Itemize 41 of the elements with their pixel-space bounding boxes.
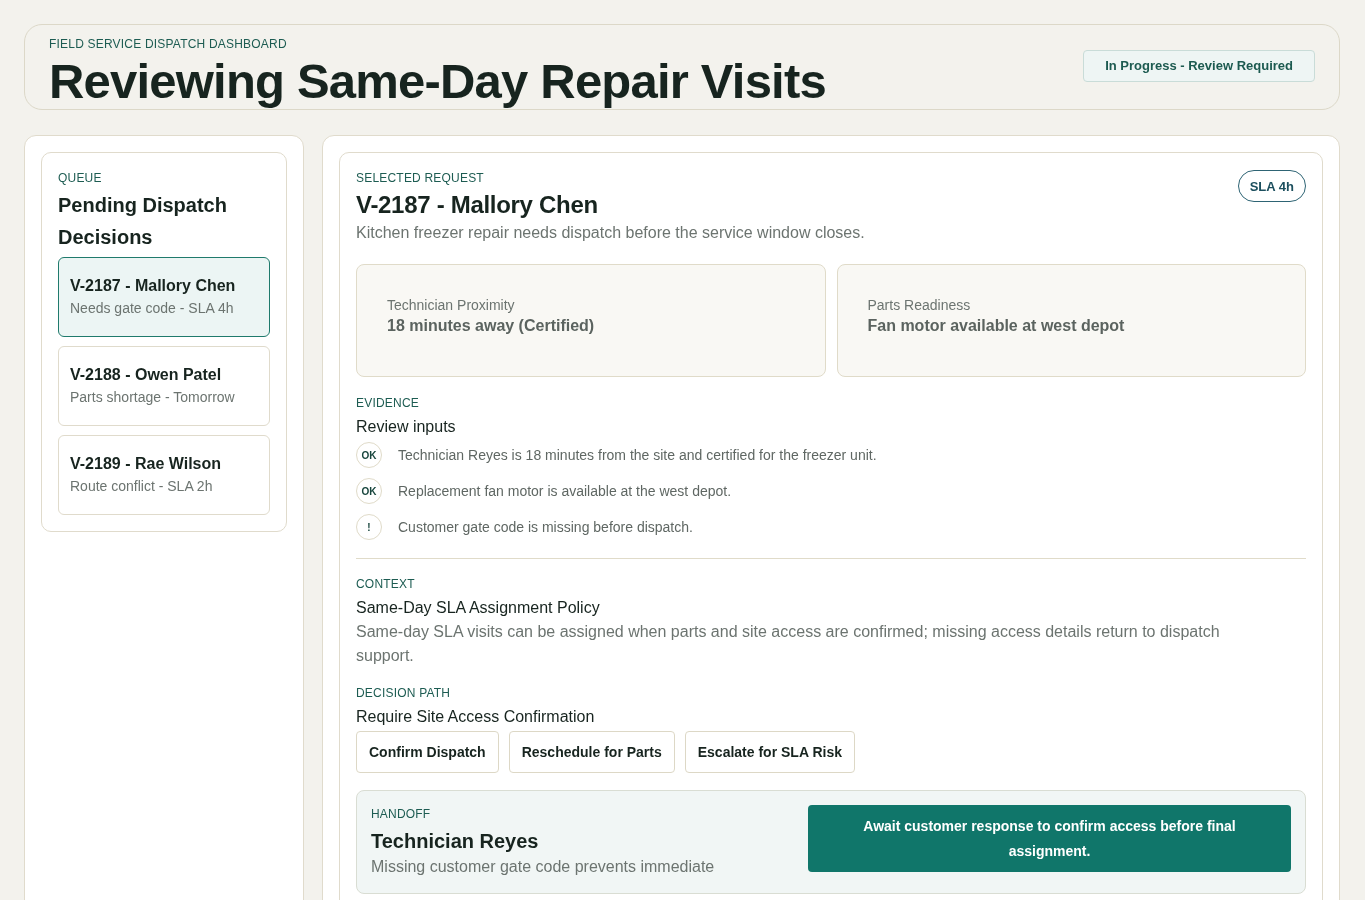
metric-label: Technician Proximity — [387, 296, 516, 315]
policy-text: Same-day SLA visits can be assigned when parts and site access are confirmed; missing access details return to dispatch support. — [356, 622, 1221, 666]
page-title: Reviewing Same-Day Repair Visits — [49, 53, 826, 109]
queue-title: Pending Dispatch Decisions — [58, 193, 228, 250]
section-label: EVIDENCE — [356, 395, 420, 412]
queue-item[interactable]: V-2189 - Rae Wilson Route conflict - SLA 2h — [58, 435, 270, 515]
metric-label: Parts Readiness — [867, 296, 972, 315]
section-label: SELECTED REQUEST — [356, 170, 485, 187]
queue-label: QUEUE — [58, 170, 103, 187]
section-title: Require Site Access Confirmation — [356, 707, 596, 727]
decision-button[interactable]: Reschedule for Parts — [508, 731, 675, 773]
action-button[interactable]: Await customer response to confirm access before final assignment. — [808, 805, 1291, 872]
request-title: V-2187 - Mallory Chen — [356, 190, 599, 220]
visit-title: V-2189 - Rae Wilson — [70, 454, 223, 474]
section-title: Review inputs — [356, 417, 457, 437]
section-title: Same-Day SLA Assignment Policy — [356, 598, 601, 618]
status-mark: OK — [356, 442, 382, 468]
status-mark: OK — [356, 478, 382, 504]
handoff-title: Technician Reyes — [371, 829, 540, 854]
metric-value: Fan motor available at west depot — [867, 316, 1126, 336]
dashboard-label: FIELD SERVICE DISPATCH DASHBOARD — [49, 36, 288, 53]
status-badge: In Progress - Review Required — [1083, 49, 1315, 82]
decision-button[interactable]: Escalate for SLA Risk — [684, 731, 855, 773]
metric-value: 18 minutes away (Certified) — [387, 316, 596, 336]
visit-status: Parts shortage - Tomorrow — [70, 388, 236, 407]
status-mark: ! — [356, 514, 382, 540]
queue-item[interactable]: V-2187 - Mallory Chen Needs gate code - SLA 4h — [58, 257, 270, 337]
section-label: CONTEXT — [356, 576, 416, 593]
visit-title: V-2188 - Owen Patel — [70, 365, 223, 385]
visit-status: Needs gate code - SLA 4h — [70, 299, 235, 318]
request-description: Kitchen freezer repair needs dispatch before the service window closes. — [356, 223, 865, 243]
evidence-text: Technician Reyes is 18 minutes from the site and certified for the freezer unit. — [398, 446, 877, 465]
visit-status: Route conflict - SLA 2h — [70, 477, 214, 496]
section-label: DECISION PATH — [356, 685, 452, 702]
visit-title: V-2187 - Mallory Chen — [70, 276, 237, 296]
decision-button[interactable]: Confirm Dispatch — [356, 731, 499, 773]
evidence-text: Replacement fan motor is available at the west depot. — [398, 482, 732, 501]
handoff-text: Missing customer gate code prevents immediate — [371, 857, 716, 877]
section-label: HANDOFF — [371, 806, 432, 823]
queue-item[interactable]: V-2188 - Owen Patel Parts shortage - Tomorrow — [58, 346, 270, 426]
evidence-text: Customer gate code is missing before dispatch. — [398, 518, 693, 537]
